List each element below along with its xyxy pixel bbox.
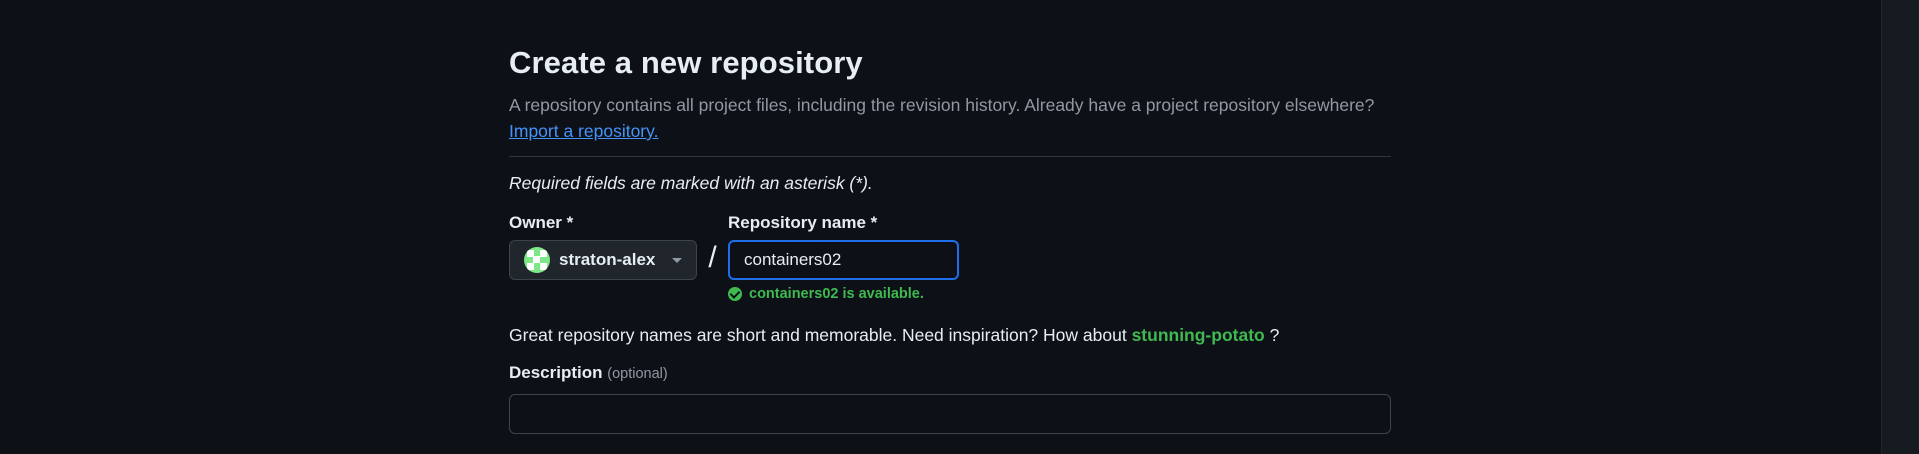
scrollbar[interactable] (1881, 0, 1919, 454)
description-optional-hint: (optional) (607, 366, 668, 382)
description-label: Description (509, 363, 603, 382)
description-input[interactable] (509, 394, 1391, 434)
owner-repo-row: Owner * straton-alex / Repository name * (509, 212, 1391, 302)
repository-name-field: Repository name * containers02 is availa… (728, 212, 1028, 302)
owner-label: Owner * (509, 213, 574, 232)
suggestion-prefix: Great repository names are short and mem… (509, 325, 1127, 345)
owner-repo-separator: / (708, 241, 717, 274)
repository-name-input[interactable] (728, 240, 959, 280)
suggestion-suffix: ? (1269, 325, 1280, 345)
check-circle-icon (728, 287, 742, 301)
page-subtitle: A repository contains all project files,… (509, 95, 1375, 115)
name-suggestion: Great repository names are short and mem… (509, 322, 1391, 348)
availability-message: containers02 is available. (728, 286, 1028, 302)
owner-field: Owner * straton-alex (509, 212, 697, 280)
owner-name: straton-alex (559, 250, 656, 269)
divider (509, 156, 1391, 157)
import-repository-link[interactable]: Import a repository. (509, 118, 658, 144)
avatar (524, 247, 550, 273)
suggested-name-button[interactable]: stunning-potato (1132, 325, 1265, 345)
availability-text: containers02 is available. (749, 286, 924, 302)
page-title: Create a new repository (509, 45, 863, 80)
required-fields-note: Required fields are marked with an aster… (509, 173, 873, 193)
repository-name-label: Repository name * (728, 213, 878, 232)
chevron-down-icon (672, 257, 682, 263)
page: Create a new repository A repository con… (0, 0, 1919, 454)
description-label-row: Description (optional) (509, 362, 1391, 385)
owner-dropdown[interactable]: straton-alex (509, 240, 697, 280)
create-repo-form: Create a new repository A repository con… (509, 44, 1391, 434)
